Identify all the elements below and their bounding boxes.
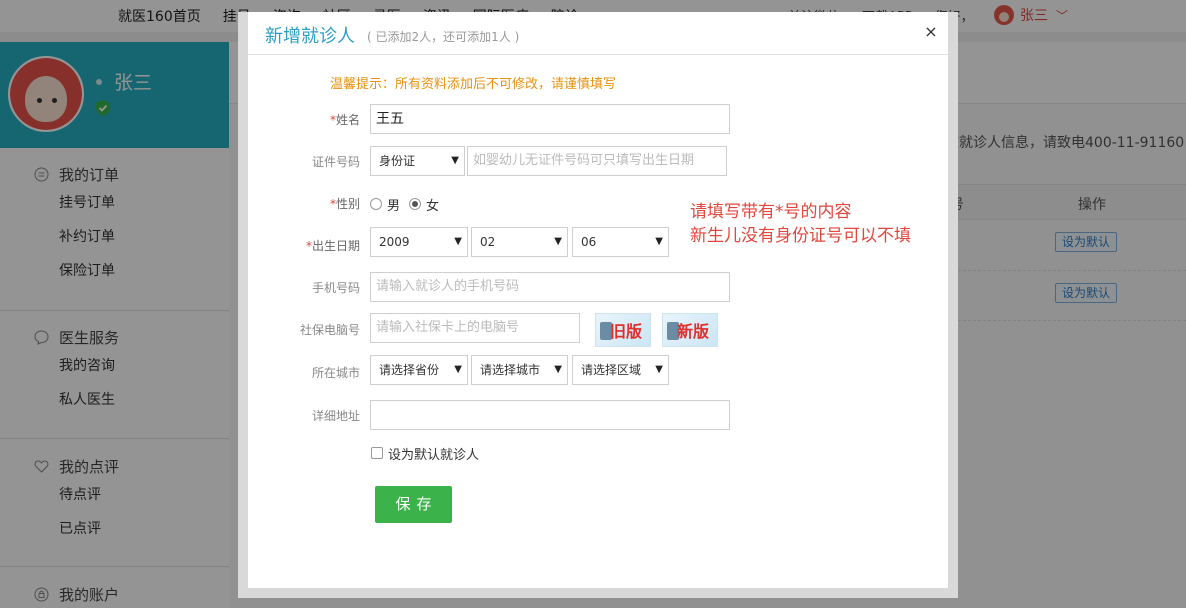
id-label: 证件号码	[311, 155, 360, 169]
save-button[interactable]: 保存	[375, 486, 452, 523]
gender-male-radio[interactable]	[370, 198, 382, 210]
dropdown-arrow-icon: ▼	[554, 364, 562, 375]
social-number-input[interactable]: 请输入社保卡上的电脑号	[370, 313, 580, 343]
district-select[interactable]: 请选择区域 ▼	[572, 355, 669, 385]
close-icon[interactable]: ×	[922, 22, 940, 42]
province-select[interactable]: 请选择省份 ▼	[370, 355, 468, 385]
birth-day-select[interactable]: 06 ▼	[572, 227, 669, 257]
gender-female-radio[interactable]	[409, 198, 421, 210]
social-label: 社保电脑号	[299, 323, 360, 337]
birth-month-select[interactable]: 02 ▼	[471, 227, 568, 257]
dropdown-arrow-icon: ▼	[554, 236, 562, 247]
warning-tip: 温馨提示：所有资料添加后不可修改，请谨慎填写	[330, 77, 617, 92]
modal-header: 新增就诊人 ( 已添加2人，还可添加1人 ) ×	[248, 12, 948, 55]
gender-male-label: 男	[387, 199, 401, 214]
new-card-sample[interactable]: 新版	[662, 313, 718, 347]
default-patient-checkbox[interactable]	[371, 447, 383, 459]
city-select[interactable]: 请选择城市 ▼	[471, 355, 568, 385]
birth-year-select[interactable]: 2009 ▼	[370, 227, 468, 257]
name-input[interactable]: 王五	[370, 104, 730, 134]
old-card-sample[interactable]: 旧版	[595, 313, 651, 347]
required-hint: 请填写带有*号的内容 新生儿没有身份证号可以不填	[690, 202, 911, 246]
name-label: *姓名	[329, 113, 360, 127]
birth-label: *出生日期	[305, 239, 360, 253]
default-patient-label[interactable]: 设为默认就诊人	[388, 444, 479, 463]
id-number-input[interactable]: 如婴幼儿无证件号码可只填写出生日期	[467, 146, 727, 176]
dropdown-arrow-icon: ▼	[655, 236, 663, 247]
dropdown-arrow-icon: ▼	[454, 236, 462, 247]
address-label: 详细地址	[311, 409, 360, 423]
dropdown-arrow-icon: ▼	[454, 364, 462, 375]
id-type-select[interactable]: 身份证 ▼	[370, 146, 465, 176]
gender-female-label: 女	[426, 199, 440, 214]
dropdown-arrow-icon: ▼	[451, 155, 459, 166]
phone-label: 手机号码	[311, 281, 360, 295]
gender-label: *性别	[329, 197, 360, 211]
phone-input[interactable]: 请输入就诊人的手机号码	[370, 272, 730, 302]
modal-title: 新增就诊人	[265, 26, 355, 47]
city-label: 所在城市	[311, 366, 360, 380]
modal-subtitle: ( 已添加2人，还可添加1人 )	[367, 30, 520, 44]
address-input[interactable]	[370, 400, 730, 430]
dropdown-arrow-icon: ▼	[655, 364, 663, 375]
add-patient-modal: 新增就诊人 ( 已添加2人，还可添加1人 ) × 温馨提示：所有资料添加后不可修…	[248, 12, 948, 588]
